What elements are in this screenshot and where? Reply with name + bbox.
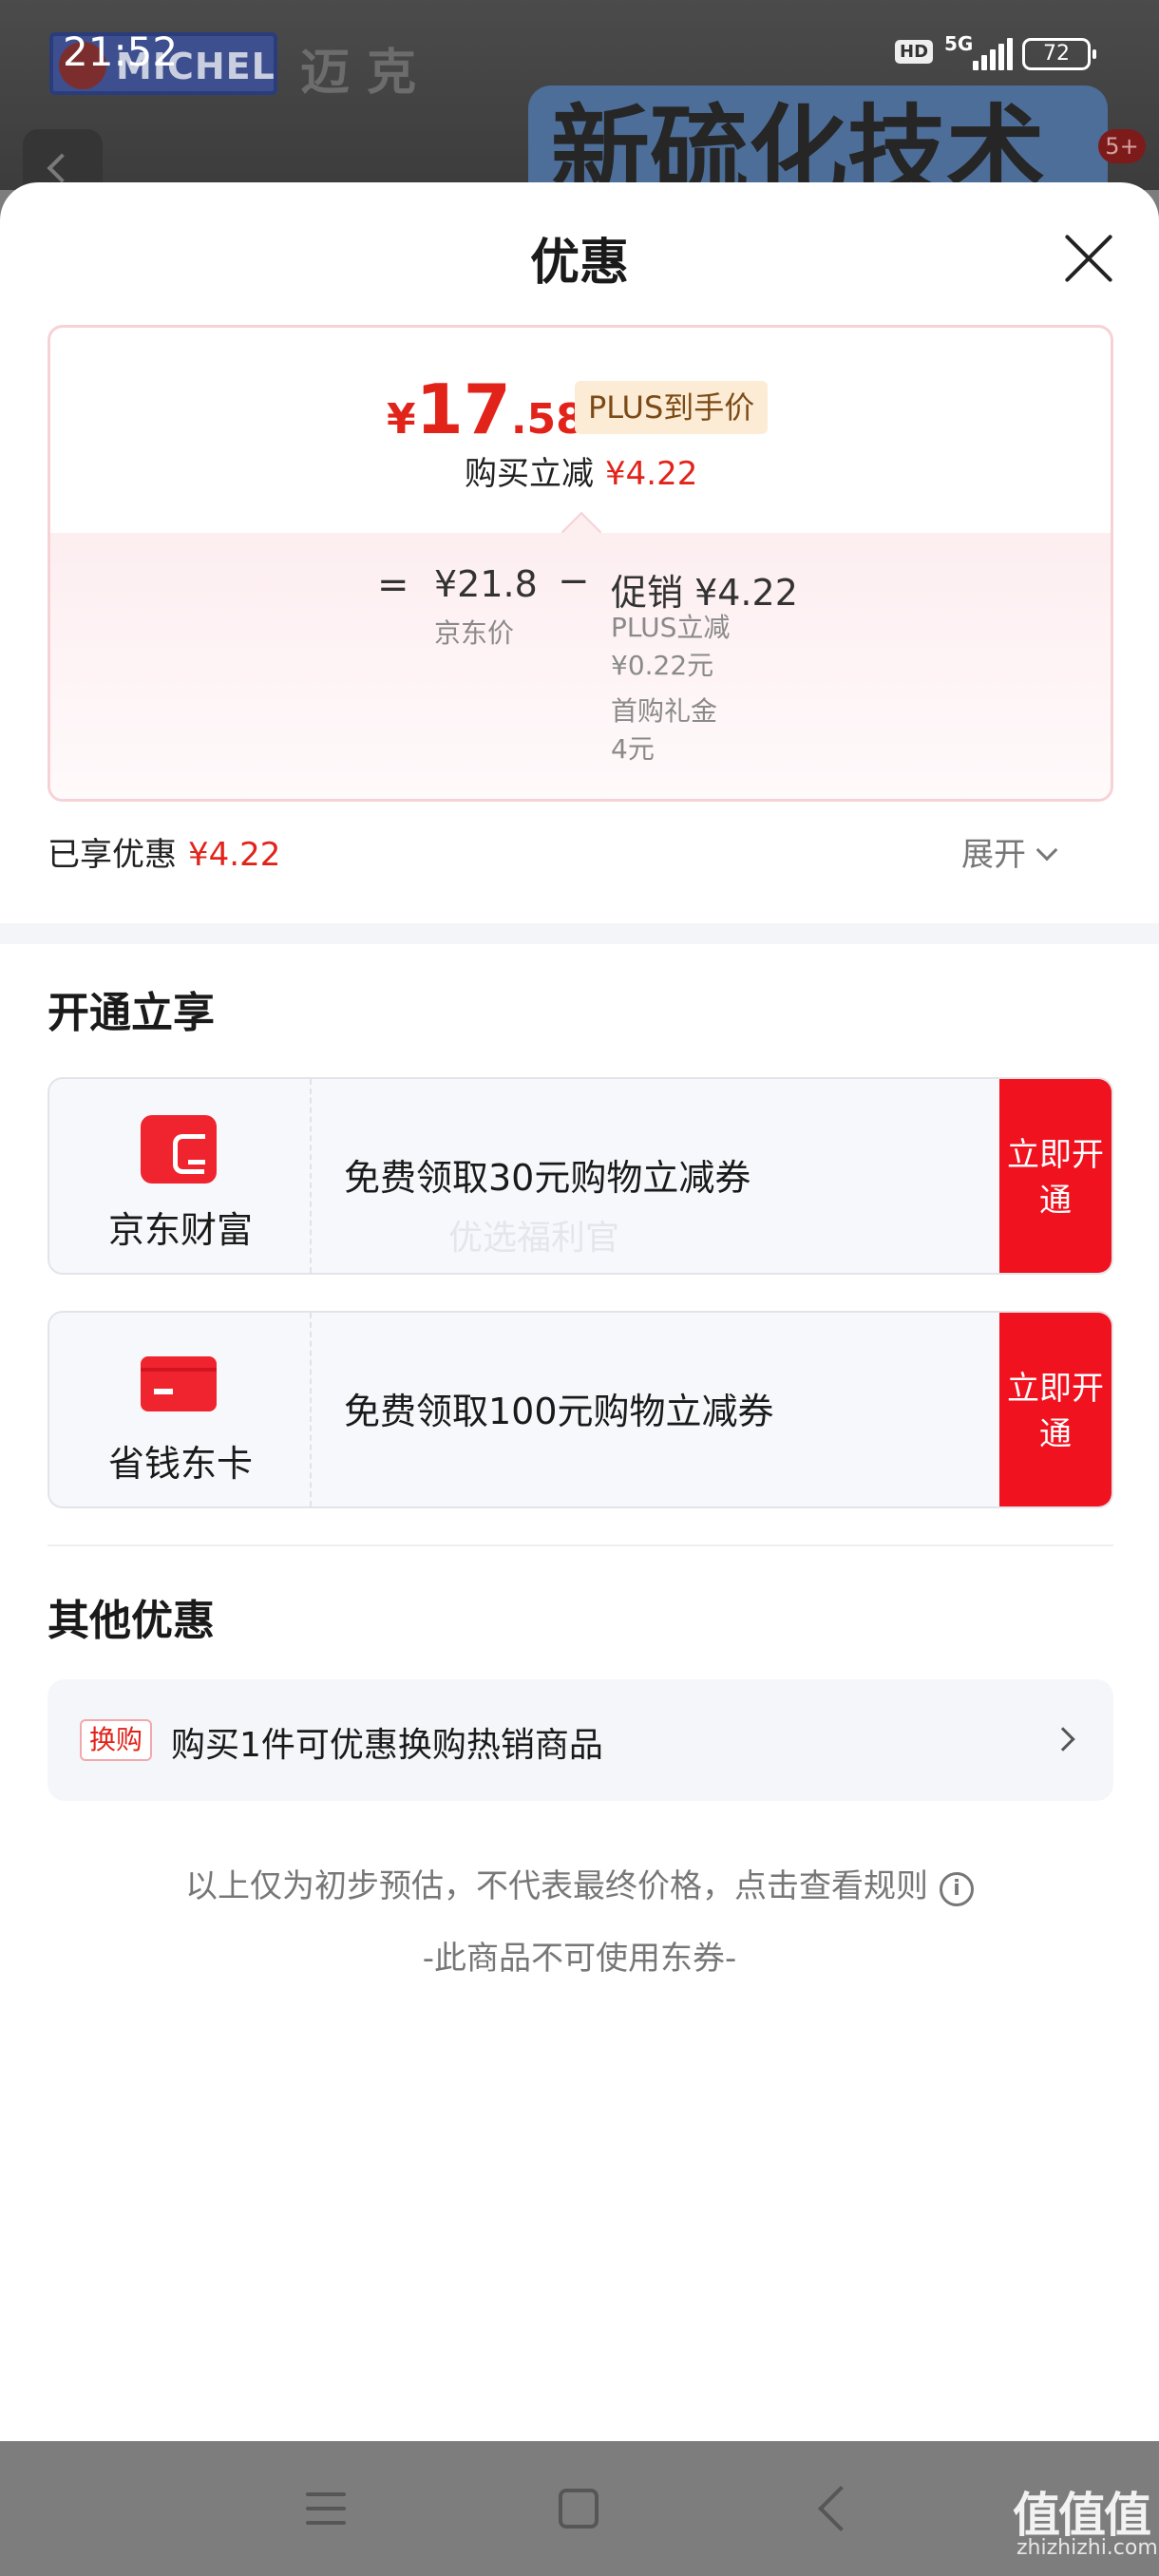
back-icon[interactable] <box>817 2485 864 2532</box>
home-icon[interactable] <box>559 2489 598 2529</box>
disclaimer[interactable]: 以上仅为初步预估，不代表最终价格，点击查看规则 i <box>0 1860 1159 1906</box>
trade-in-tag: 换购 <box>80 1719 153 1761</box>
reduce-label: 购买立减 <box>465 455 594 493</box>
final-price: ¥17.58 <box>387 369 585 449</box>
section-separator <box>0 923 1159 944</box>
first-gift-amount: 4元 <box>611 733 655 765</box>
watermark-text: 优选福利官 <box>448 1219 620 1258</box>
page-back-button <box>23 129 103 190</box>
chevron-down-icon <box>1036 839 1058 862</box>
offer-brand: 京东财富 <box>49 1079 312 1273</box>
battery-icon: 72 <box>1022 38 1096 70</box>
price-integer: 17 <box>415 369 511 449</box>
trade-in-text: 购买1件可优惠换购热销商品 <box>171 1726 603 1765</box>
plus-price-tag: PLUS到手价 <box>575 381 769 434</box>
expand-button[interactable]: 展开 <box>961 828 1058 875</box>
no-coupon-note: -此商品不可使用东券- <box>422 1940 737 1978</box>
network-type: 5G <box>944 32 974 55</box>
open-now-button[interactable]: 立即开通 <box>999 1313 1112 1506</box>
menu-icon[interactable] <box>306 2492 346 2525</box>
price-card: ¥17.58 PLUS到手价 购买立减 ¥4.22 = ¥21.8 京东价 − 促… <box>48 325 1113 802</box>
enjoyed-discount: 已享优惠 ¥4.22 <box>48 828 280 875</box>
minus-sign: − <box>558 559 590 603</box>
chevron-right-icon <box>1051 1727 1075 1752</box>
message-badge: 5+ <box>1098 129 1146 163</box>
jd-price: ¥21.8 <box>434 563 538 605</box>
offer-name: 省钱东卡 <box>107 1443 253 1485</box>
reduce-amount: ¥4.22 <box>605 455 698 493</box>
offer-brand: 省钱东卡 <box>49 1313 312 1506</box>
other-section-title: 其他优惠 <box>48 1597 215 1645</box>
offer-card-savings-card[interactable]: 省钱东卡 免费领取100元购物立减券 立即开通 <box>48 1311 1113 1508</box>
plus-reduce-amount: ¥0.22元 <box>611 650 714 681</box>
trade-in-offer-row[interactable]: 换购 购买1件可优惠换购热销商品 <box>48 1679 1113 1801</box>
hd-icon: HD <box>895 40 934 64</box>
close-icon[interactable] <box>1054 224 1123 293</box>
open-now-button[interactable]: 立即开通 <box>999 1079 1112 1273</box>
expand-label: 展开 <box>961 836 1026 874</box>
info-icon[interactable]: i <box>940 1872 974 1906</box>
discount-sheet: 优惠 ¥17.58 PLUS到手价 购买立减 ¥4.22 = ¥21.8 京东价 … <box>0 182 1159 2443</box>
offer-description: 免费领取100元购物立减券 <box>344 1391 774 1432</box>
card-icon <box>141 1356 217 1411</box>
status-bar: 21:52 HD 5G 72 <box>0 0 1159 104</box>
equals-sign: = <box>377 563 409 607</box>
status-time: 21:52 <box>63 28 179 75</box>
signal-icon <box>973 38 1013 70</box>
plus-reduce-label: PLUS立减 <box>611 612 731 643</box>
currency-symbol: ¥ <box>387 395 416 444</box>
navigation-bar: 值值值 zhizhizhi.com <box>0 2441 1159 2576</box>
wealth-icon <box>141 1115 217 1184</box>
first-gift-label: 首购礼金 <box>611 695 718 727</box>
divider <box>48 1544 1113 1546</box>
open-section-title: 开通立享 <box>48 989 215 1037</box>
jd-price-label: 京东价 <box>434 617 515 649</box>
enjoyed-label: 已享优惠 <box>48 836 177 874</box>
purchase-reduction: 购买立减 ¥4.22 <box>465 447 697 494</box>
sheet-title: 优惠 <box>529 235 629 292</box>
site-watermark-url: zhizhizhi.com <box>1016 2536 1158 2560</box>
offer-name: 京东财富 <box>107 1209 253 1251</box>
enjoyed-amount: ¥4.22 <box>188 836 281 874</box>
disclaimer-text: 以上仅为初步预估，不代表最终价格，点击查看规则 <box>185 1867 928 1905</box>
